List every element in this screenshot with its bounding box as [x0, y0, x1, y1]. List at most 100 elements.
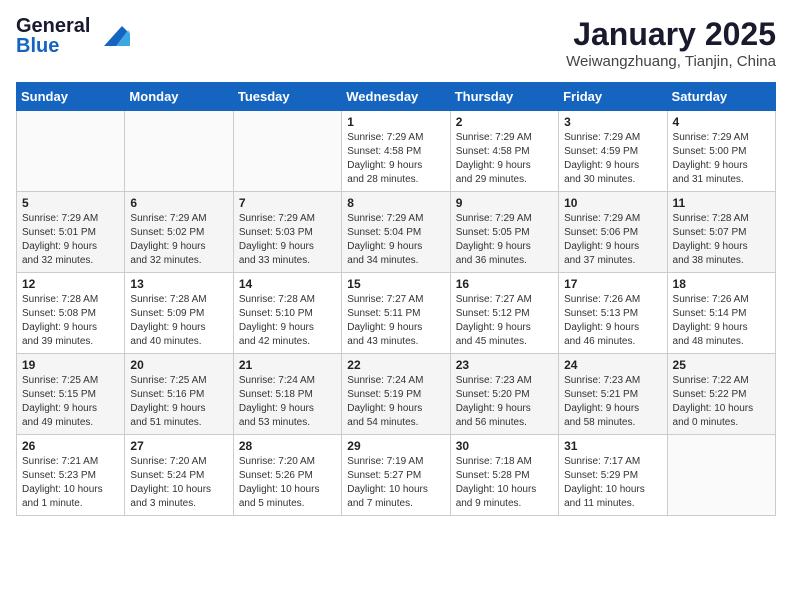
logo-icon [94, 22, 130, 50]
day-cell-17: 17 Sunrise: 7:26 AM Sunset: 5:13 PM Dayli… [559, 273, 667, 354]
page-header: General Blue January 2025 Weiwangzhuang,… [16, 16, 776, 70]
day-cell-21: 21 Sunrise: 7:24 AM Sunset: 5:18 PM Dayli… [233, 354, 341, 435]
day-info: Sunrise: 7:29 AM Sunset: 4:58 PM Dayligh… [456, 131, 553, 187]
day-info: Sunrise: 7:29 AM Sunset: 4:59 PM Dayligh… [564, 131, 661, 187]
day-info: Sunrise: 7:20 AM Sunset: 5:24 PM Dayligh… [130, 455, 227, 511]
day-info: Sunrise: 7:29 AM Sunset: 5:05 PM Dayligh… [456, 212, 553, 268]
day-number: 31 [564, 439, 661, 453]
day-number: 29 [347, 439, 444, 453]
weekday-header-monday: Monday [125, 83, 233, 111]
day-cell-26: 26 Sunrise: 7:21 AM Sunset: 5:23 PM Dayli… [17, 435, 125, 516]
day-info: Sunrise: 7:25 AM Sunset: 5:15 PM Dayligh… [22, 374, 119, 430]
day-info: Sunrise: 7:24 AM Sunset: 5:19 PM Dayligh… [347, 374, 444, 430]
day-info: Sunrise: 7:23 AM Sunset: 5:21 PM Dayligh… [564, 374, 661, 430]
day-number: 4 [673, 115, 770, 129]
day-cell-16: 16Sunrise: 7:27 AM Sunset: 5:12 PM Dayli… [450, 273, 558, 354]
day-info: Sunrise: 7:29 AM Sunset: 5:02 PM Dayligh… [130, 212, 227, 268]
day-number: 28 [239, 439, 336, 453]
day-cell-15: 15Sunrise: 7:27 AM Sunset: 5:11 PM Dayli… [342, 273, 450, 354]
day-info: Sunrise: 7:22 AM Sunset: 5:22 PM Dayligh… [673, 374, 770, 430]
month-title: January 2025 [566, 16, 776, 53]
day-number: 18 [673, 277, 770, 291]
day-info: Sunrise: 7:29 AM Sunset: 5:06 PM Dayligh… [564, 212, 661, 268]
day-info: Sunrise: 7:28 AM Sunset: 5:09 PM Dayligh… [130, 293, 227, 349]
day-cell-30: 30 Sunrise: 7:18 AM Sunset: 5:28 PM Dayli… [450, 435, 558, 516]
day-cell-10: 10Sunrise: 7:29 AM Sunset: 5:06 PM Dayli… [559, 192, 667, 273]
day-number: 14 [239, 277, 336, 291]
day-cell-4: 4 Sunrise: 7:29 AM Sunset: 5:00 PM Daylig… [667, 111, 775, 192]
day-cell-9: 9 Sunrise: 7:29 AM Sunset: 5:05 PM Daylig… [450, 192, 558, 273]
day-info: Sunrise: 7:24 AM Sunset: 5:18 PM Dayligh… [239, 374, 336, 430]
day-cell-24: 24 Sunrise: 7:23 AM Sunset: 5:21 PM Dayli… [559, 354, 667, 435]
day-number: 19 [22, 358, 119, 372]
day-info: Sunrise: 7:29 AM Sunset: 5:01 PM Dayligh… [22, 212, 119, 268]
day-number: 24 [564, 358, 661, 372]
day-number: 27 [130, 439, 227, 453]
day-info: Sunrise: 7:26 AM Sunset: 5:13 PM Dayligh… [564, 293, 661, 349]
day-number: 5 [22, 196, 119, 210]
day-info: Sunrise: 7:29 AM Sunset: 5:00 PM Dayligh… [673, 131, 770, 187]
day-info: Sunrise: 7:26 AM Sunset: 5:14 PM Dayligh… [673, 293, 770, 349]
day-cell-14: 14 Sunrise: 7:28 AM Sunset: 5:10 PM Dayli… [233, 273, 341, 354]
day-info: Sunrise: 7:28 AM Sunset: 5:08 PM Dayligh… [22, 293, 119, 349]
day-number: 22 [347, 358, 444, 372]
logo-text-blue: Blue [16, 36, 90, 56]
day-cell-1: 1Sunrise: 7:29 AM Sunset: 4:58 PM Daylig… [342, 111, 450, 192]
day-number: 26 [22, 439, 119, 453]
day-number: 3 [564, 115, 661, 129]
day-number: 15 [347, 277, 444, 291]
day-cell-3: 3 Sunrise: 7:29 AM Sunset: 4:59 PM Daylig… [559, 111, 667, 192]
day-info: Sunrise: 7:18 AM Sunset: 5:28 PM Dayligh… [456, 455, 553, 511]
day-cell-8: 8Sunrise: 7:29 AM Sunset: 5:04 PM Daylig… [342, 192, 450, 273]
day-number: 21 [239, 358, 336, 372]
weekday-header-wednesday: Wednesday [342, 83, 450, 111]
day-number: 30 [456, 439, 553, 453]
day-cell-23: 23 Sunrise: 7:23 AM Sunset: 5:20 PM Dayli… [450, 354, 558, 435]
day-info: Sunrise: 7:17 AM Sunset: 5:29 PM Dayligh… [564, 455, 661, 511]
day-number: 9 [456, 196, 553, 210]
day-number: 11 [673, 196, 770, 210]
day-number: 7 [239, 196, 336, 210]
week-row-2: 5 Sunrise: 7:29 AM Sunset: 5:01 PM Daylig… [17, 192, 776, 273]
day-cell-28: 28 Sunrise: 7:20 AM Sunset: 5:26 PM Dayli… [233, 435, 341, 516]
day-cell-20: 20 Sunrise: 7:25 AM Sunset: 5:16 PM Dayli… [125, 354, 233, 435]
week-row-5: 26 Sunrise: 7:21 AM Sunset: 5:23 PM Dayli… [17, 435, 776, 516]
day-cell-13: 13Sunrise: 7:28 AM Sunset: 5:09 PM Dayli… [125, 273, 233, 354]
weekday-header-friday: Friday [559, 83, 667, 111]
day-cell-6: 6 Sunrise: 7:29 AM Sunset: 5:02 PM Daylig… [125, 192, 233, 273]
day-info: Sunrise: 7:28 AM Sunset: 5:10 PM Dayligh… [239, 293, 336, 349]
day-info: Sunrise: 7:25 AM Sunset: 5:16 PM Dayligh… [130, 374, 227, 430]
day-info: Sunrise: 7:28 AM Sunset: 5:07 PM Dayligh… [673, 212, 770, 268]
day-number: 1 [347, 115, 444, 129]
day-info: Sunrise: 7:23 AM Sunset: 5:20 PM Dayligh… [456, 374, 553, 430]
day-number: 25 [673, 358, 770, 372]
week-row-3: 12Sunrise: 7:28 AM Sunset: 5:08 PM Dayli… [17, 273, 776, 354]
day-cell-7: 7Sunrise: 7:29 AM Sunset: 5:03 PM Daylig… [233, 192, 341, 273]
weekday-header-thursday: Thursday [450, 83, 558, 111]
location-title: Weiwangzhuang, Tianjin, China [566, 53, 776, 70]
day-number: 6 [130, 196, 227, 210]
day-cell-19: 19 Sunrise: 7:25 AM Sunset: 5:15 PM Dayli… [17, 354, 125, 435]
day-cell-5: 5 Sunrise: 7:29 AM Sunset: 5:01 PM Daylig… [17, 192, 125, 273]
day-number: 23 [456, 358, 553, 372]
calendar-table: SundayMondayTuesdayWednesdayThursdayFrid… [16, 82, 776, 516]
day-info: Sunrise: 7:21 AM Sunset: 5:23 PM Dayligh… [22, 455, 119, 511]
logo: General Blue [16, 16, 130, 56]
week-row-1: 1 Sunrise: 7:29 AM Sunset: 4:58 PM Daylig… [17, 111, 776, 192]
week-row-4: 19 Sunrise: 7:25 AM Sunset: 5:15 PM Dayli… [17, 354, 776, 435]
day-cell-2: 2Sunrise: 7:29 AM Sunset: 4:58 PM Daylig… [450, 111, 558, 192]
day-info: Sunrise: 7:20 AM Sunset: 5:26 PM Dayligh… [239, 455, 336, 511]
empty-cell [667, 435, 775, 516]
day-cell-11: 11 Sunrise: 7:28 AM Sunset: 5:07 PM Dayli… [667, 192, 775, 273]
day-cell-12: 12Sunrise: 7:28 AM Sunset: 5:08 PM Dayli… [17, 273, 125, 354]
day-number: 17 [564, 277, 661, 291]
day-cell-31: 31 Sunrise: 7:17 AM Sunset: 5:29 PM Dayli… [559, 435, 667, 516]
day-number: 20 [130, 358, 227, 372]
empty-cell [233, 111, 341, 192]
empty-cell [17, 111, 125, 192]
weekday-header-saturday: Saturday [667, 83, 775, 111]
weekday-header-sunday: Sunday [17, 83, 125, 111]
day-info: Sunrise: 7:19 AM Sunset: 5:27 PM Dayligh… [347, 455, 444, 511]
weekday-header-tuesday: Tuesday [233, 83, 341, 111]
empty-cell [125, 111, 233, 192]
